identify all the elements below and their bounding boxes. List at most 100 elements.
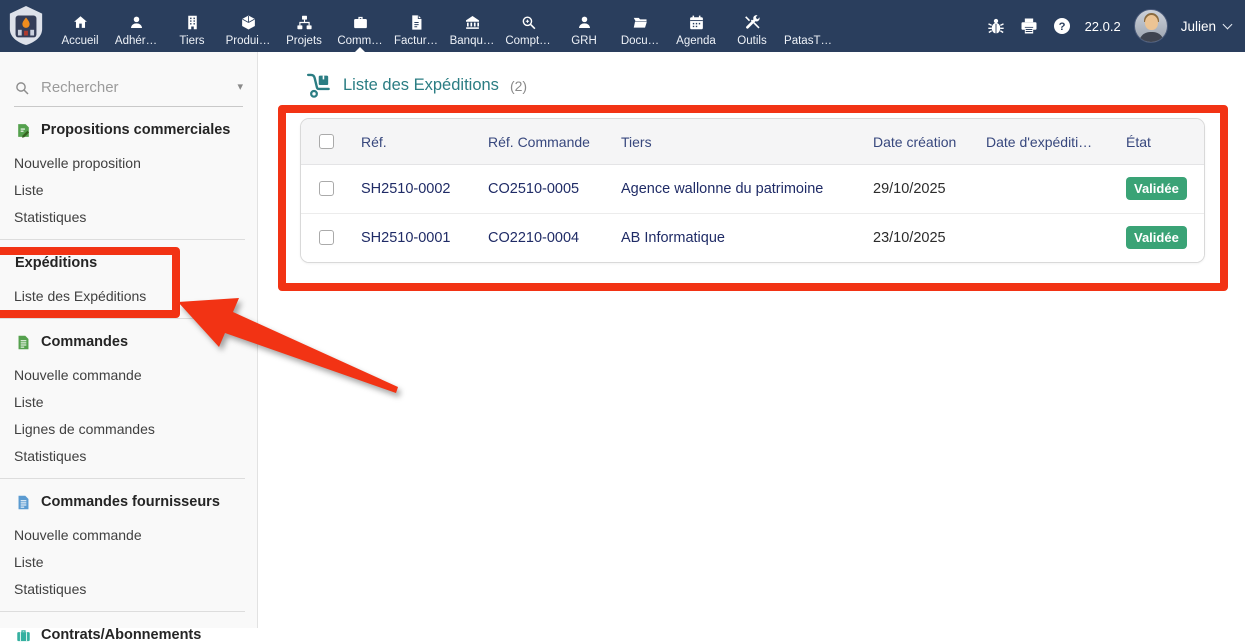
shipment-ref-link[interactable]: SH2510-0001	[361, 230, 451, 246]
menu-item-label: Compt…	[505, 35, 550, 47]
no-icon	[800, 14, 817, 31]
main-menu: AccueilAdhér…TiersProdui… Projets Comm… Fac…	[52, 0, 836, 52]
order-ref-link-cell: CO2210-0004	[488, 230, 621, 246]
row-checkbox-cell	[301, 230, 361, 245]
status-cell: Validée	[1126, 177, 1204, 200]
accounting-icon	[520, 14, 537, 31]
sidebar-item-liste-des-exp-ditions[interactable]: Liste des Expéditions	[0, 283, 257, 310]
sidebar-search: ▾	[14, 78, 243, 107]
menu-item-label: Factur…	[394, 35, 438, 47]
date-creation-cell: 23/10/2025	[873, 230, 946, 246]
bug-report-icon[interactable]	[986, 16, 1006, 36]
sidebar-section-title: Commandes	[41, 334, 128, 350]
status-badge: Validée	[1126, 226, 1187, 249]
status-badge: Validée	[1126, 177, 1187, 200]
row-checkbox[interactable]	[319, 181, 334, 196]
print-icon[interactable]	[1019, 16, 1039, 36]
shipment-ref-link[interactable]: SH2510-0002	[361, 181, 451, 197]
menu-item-adh-r[interactable]: Adhér…	[108, 0, 164, 52]
sidebar-section-links: Nouvelle commandeListeLignes de commande…	[0, 362, 257, 470]
sidebar-item-statistiques[interactable]: Statistiques	[0, 443, 257, 470]
page-title-row: Liste des Expéditions (2)	[305, 72, 527, 99]
thirdparty-link[interactable]: AB Informatique	[621, 230, 725, 246]
row-checkbox[interactable]	[319, 230, 334, 245]
column-header-r-f-commande[interactable]: Réf. Commande	[488, 134, 621, 150]
left-sidebar: ▾ Propositions commerciales Nouvelle prop…	[0, 52, 258, 628]
sidebar-item-statistiques[interactable]: Statistiques	[0, 204, 257, 231]
menu-item-label: PatasT…	[784, 35, 832, 47]
sidebar-item-statistiques[interactable]: Statistiques	[0, 576, 257, 603]
avatar[interactable]	[1134, 9, 1168, 43]
sidebar-item-liste[interactable]: Liste	[0, 549, 257, 576]
menu-item-label: Banqu…	[450, 35, 495, 47]
sidebar-section-header[interactable]: Commandes fournisseurs	[0, 493, 257, 511]
menu-item-outils[interactable]: Outils	[724, 0, 780, 52]
column-header-date-d-exp-diti[interactable]: Date d'expéditi…	[986, 134, 1126, 150]
menu-item-tiers[interactable]: Tiers	[164, 0, 220, 52]
order-ref-link[interactable]: CO2210-0004	[488, 230, 579, 246]
menu-item-projets[interactable]: Projets	[276, 0, 332, 52]
date-creation-cell-cell: 23/10/2025	[873, 230, 986, 246]
page-title: Liste des Expéditions	[343, 76, 499, 95]
help-icon[interactable]	[1052, 16, 1072, 36]
sidebar-item-nouvelle-commande[interactable]: Nouvelle commande	[0, 522, 257, 549]
main-content: Liste des Expéditions (2) 25 ▾ Réf.Réf. …	[258, 52, 1245, 628]
header-checkbox-cell	[301, 134, 361, 149]
order-ref-link-cell: CO2510-0005	[488, 181, 621, 197]
app-logo-icon	[7, 5, 45, 47]
search-input[interactable]	[39, 78, 228, 97]
search-dropdown-caret-icon[interactable]: ▾	[237, 82, 243, 93]
order-ref-link[interactable]: CO2510-0005	[488, 181, 579, 197]
sidebar-section-commandes: Commandes Nouvelle commandeListeLignes de…	[0, 333, 257, 470]
menu-item-comm[interactable]: Comm…	[332, 0, 388, 52]
menu-item-grh[interactable]: GRH	[556, 0, 612, 52]
menu-item-label: GRH	[571, 35, 597, 47]
menu-item-accueil[interactable]: Accueil	[52, 0, 108, 52]
thirdparty-link-cell: Agence wallonne du patrimoine	[621, 181, 873, 197]
member-icon	[128, 14, 145, 31]
column-header-date-cr-ation[interactable]: Date création	[873, 134, 986, 150]
sidebar-section-title: Commandes fournisseurs	[41, 494, 220, 510]
sidebar-item-liste[interactable]: Liste	[0, 389, 257, 416]
menu-item-agenda[interactable]: Agenda	[668, 0, 724, 52]
sidebar-section-header[interactable]: Expéditions	[0, 254, 257, 272]
sidebar-section-header[interactable]: Contrats/Abonnements	[0, 626, 257, 644]
menu-item-patast[interactable]: PatasT…	[780, 0, 836, 52]
app-logo[interactable]	[0, 0, 52, 52]
project-icon	[296, 14, 313, 31]
menu-item-produi[interactable]: Produi…	[220, 0, 276, 52]
column-header-r-f[interactable]: Réf.	[361, 134, 488, 150]
shipment-icon	[305, 72, 332, 99]
shipment-ref-link-cell: SH2510-0001	[361, 230, 488, 246]
table-body: SH2510-0002 CO2510-0005 Agence wallonne du…	[301, 165, 1204, 262]
menu-item-label: Outils	[737, 35, 766, 47]
menu-item-banqu[interactable]: Banqu…	[444, 0, 500, 52]
sidebar-item-nouvelle-proposition[interactable]: Nouvelle proposition	[0, 150, 257, 177]
sidebar-section-propositions-commerciales: Propositions commerciales Nouvelle propos…	[0, 121, 257, 231]
column-header-tat[interactable]: État	[1126, 134, 1204, 150]
commerce-icon	[352, 14, 369, 31]
sidebar-item-nouvelle-commande[interactable]: Nouvelle commande	[0, 362, 257, 389]
menu-item-factur[interactable]: Factur…	[388, 0, 444, 52]
sidebar-section-header[interactable]: Commandes	[0, 333, 257, 351]
column-header-tiers[interactable]: Tiers	[621, 134, 873, 150]
sidebar-section-header[interactable]: Propositions commerciales	[0, 121, 257, 139]
sidebar-section-exp-ditions: Expéditions Liste des Expéditions	[0, 254, 257, 310]
sidebar-item-liste[interactable]: Liste	[0, 177, 257, 204]
sidebar-section-commandes-fournisseurs: Commandes fournisseurs Nouvelle commandeL…	[0, 493, 257, 603]
status-cell: Validée	[1126, 226, 1204, 249]
menu-item-docu[interactable]: Docu…	[612, 0, 668, 52]
top-menubar: AccueilAdhér…TiersProdui… Projets Comm… Fac…	[0, 0, 1245, 52]
search-icon	[14, 80, 30, 96]
order-icon	[15, 334, 32, 351]
menu-item-compt[interactable]: Compt…	[500, 0, 556, 52]
product-icon	[240, 14, 257, 31]
user-menu[interactable]: Julien	[1181, 19, 1231, 34]
shipment-ref-link-cell: SH2510-0002	[361, 181, 488, 197]
documents-icon	[632, 14, 649, 31]
menu-item-label: Projets	[286, 35, 322, 47]
thirdparty-link[interactable]: Agence wallonne du patrimoine	[621, 181, 823, 197]
sidebar-item-lignes-de-commandes[interactable]: Lignes de commandes	[0, 416, 257, 443]
select-all-checkbox[interactable]	[319, 134, 334, 149]
menu-item-label: Comm…	[337, 35, 382, 47]
